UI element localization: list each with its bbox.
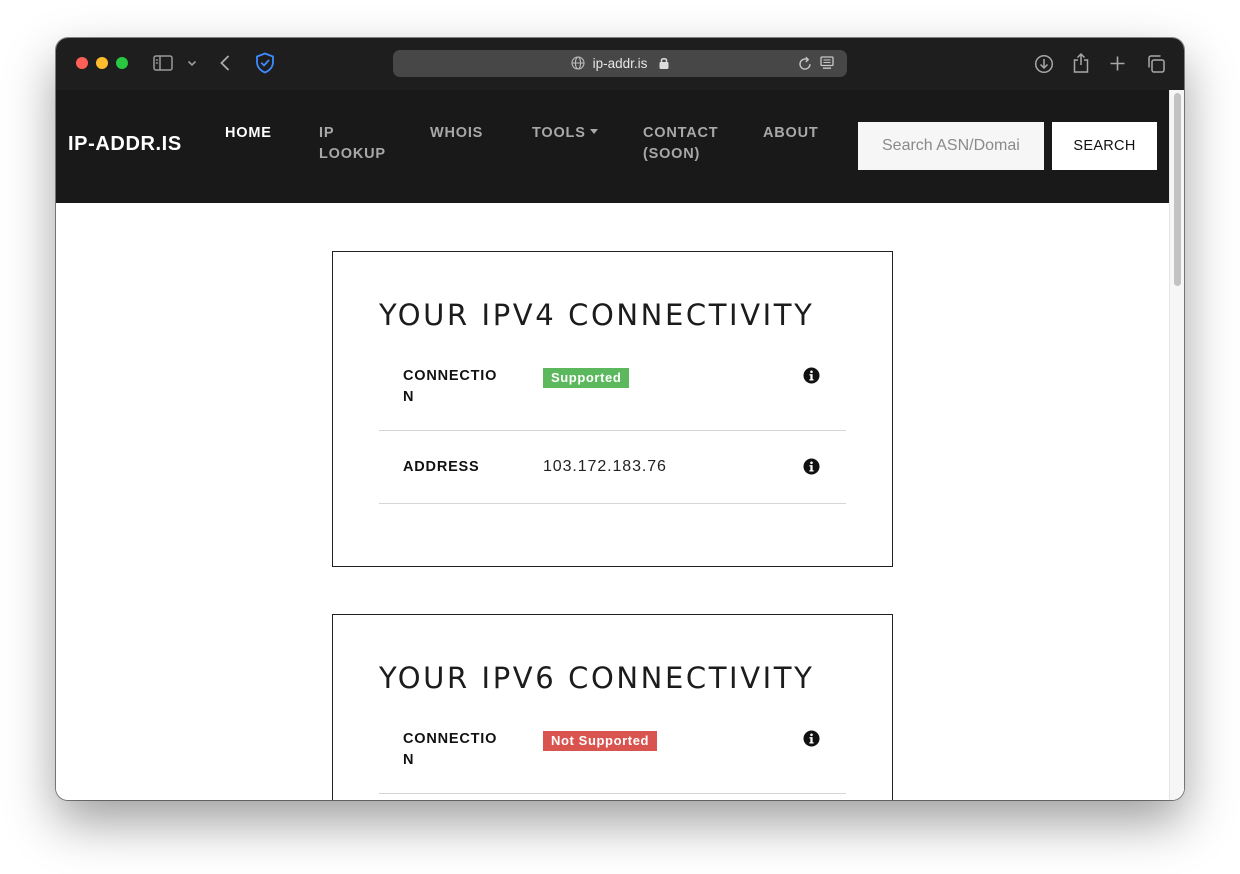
info-icon[interactable] [803,458,820,475]
connection-label-line2: N [403,752,415,768]
site-logo[interactable]: IP-ADDR.IS [68,133,182,156]
nav-contact-label-line1: CONTACT [643,125,719,141]
address-row: ADDRESS 103.172.183.76 [379,457,846,497]
card-title: YOUR IPV6 CONNECTIVITY [379,661,815,695]
ip-address-value: 103.172.183.76 [543,458,667,475]
address-bar[interactable]: ip-addr.is [393,50,847,77]
reload-icon[interactable] [798,56,812,71]
nav-whois-label: WHOIS [430,125,484,141]
info-icon[interactable] [803,730,820,747]
vertical-scrollbar[interactable] [1169,90,1184,800]
scrollbar-thumb[interactable] [1174,93,1181,286]
info-icon[interactable] [803,367,820,384]
connection-label: CONNECTIO N [403,729,503,771]
nav-contact[interactable]: CONTACT (SOON) [643,123,718,165]
connection-label-line1: CONNECTIO [403,368,498,384]
shield-check-icon[interactable] [255,52,275,74]
nav-ip-lookup-label-line2: LOOKUP [319,146,386,162]
status-badge: Not Supported [543,731,658,751]
connection-label-line1: CONNECTIO [403,731,498,747]
ipv4-connectivity-card: YOUR IPV4 CONNECTIVITY CONNECTIO N Suppo… [332,251,893,567]
row-divider [379,430,846,431]
status-badge: Supported [543,368,630,388]
chevron-down-icon[interactable] [187,60,197,67]
nav-contact-label-line2: (SOON) [643,146,701,162]
zoom-window-button[interactable] [116,57,128,69]
nav-about[interactable]: ABOUT [763,123,819,144]
search-input[interactable] [858,122,1044,170]
back-arrow-icon[interactable] [219,54,231,72]
connection-label-line2: N [403,389,415,405]
browser-window: ip-addr.is IP-ADDR.IS HOME IP LOOKUP WHO… [56,38,1184,800]
address-label: ADDRESS [403,459,480,475]
page-viewport: IP-ADDR.IS HOME IP LOOKUP WHOIS TOOLS CO… [56,90,1184,800]
new-tab-plus-icon[interactable] [1109,55,1126,72]
site-navbar: IP-ADDR.IS HOME IP LOOKUP WHOIS TOOLS CO… [56,90,1169,203]
minimize-window-button[interactable] [96,57,108,69]
row-divider [379,503,846,504]
tab-overview-icon[interactable] [1146,54,1166,74]
nav-whois[interactable]: WHOIS [430,123,483,144]
row-divider [379,793,846,794]
browser-toolbar: ip-addr.is [56,38,1184,90]
search-button[interactable]: SEARCH [1052,122,1157,170]
url-text: ip-addr.is [592,56,648,71]
nav-tools-label: TOOLS [532,125,586,141]
lock-icon [659,57,669,69]
nav-about-label: ABOUT [763,125,819,141]
sidebar-icon[interactable] [153,55,173,71]
card-title: YOUR IPV4 CONNECTIVITY [379,298,815,332]
nav-home-label: HOME [225,125,272,141]
connection-row: CONNECTIO N Not Supported [379,729,846,793]
close-window-button[interactable] [76,57,88,69]
nav-tools-dropdown[interactable]: TOOLS [532,123,598,144]
nav-ip-lookup[interactable]: IP LOOKUP [319,123,386,165]
reader-mode-icon[interactable] [820,56,834,70]
share-icon[interactable] [1072,52,1090,74]
caret-down-icon [589,129,598,134]
nav-ip-lookup-label-line1: IP [319,125,335,141]
connection-label: CONNECTIO N [403,366,503,408]
download-icon[interactable] [1034,54,1054,74]
nav-home[interactable]: HOME [225,123,272,144]
ipv6-connectivity-card: YOUR IPV6 CONNECTIVITY CONNECTIO N Not S… [332,614,893,800]
connection-row: CONNECTIO N Supported [379,366,846,430]
